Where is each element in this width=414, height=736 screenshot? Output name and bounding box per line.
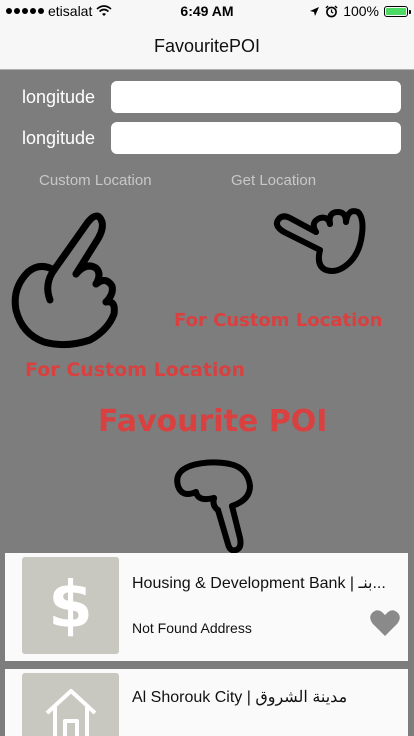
get-location-button[interactable]: Get Location <box>231 172 316 189</box>
battery-percent: 100% <box>343 3 379 19</box>
thumbnail: $ <box>22 557 119 654</box>
list-item-title: Al Shorouk City | مدينة الشروق <box>132 689 348 706</box>
thumbnail <box>22 673 119 736</box>
list-item[interactable]: Al Shorouk City | مدينة الشروق <box>5 669 408 736</box>
custom-location-hint-1: For Custom Location <box>174 310 383 331</box>
list-item[interactable]: $ Housing & Development Bank | بنـ... No… <box>5 553 408 661</box>
list-item-address: Not Found Address <box>132 620 252 636</box>
dollar-icon: $ <box>48 568 93 643</box>
longitude-field-2[interactable] <box>111 122 401 154</box>
longitude-label-1: longitude <box>22 87 96 107</box>
favourite-poi-heading: Favourite POI <box>98 404 328 439</box>
status-bar: etisalat 6:49 AM 100% <box>0 0 414 22</box>
page-title: FavouritePOI <box>153 36 261 56</box>
alarm-icon <box>325 4 338 17</box>
battery-icon <box>384 5 411 17</box>
pointing-hand-icon <box>174 459 253 554</box>
longitude-field-1[interactable] <box>111 81 401 113</box>
location-arrow-icon <box>310 6 320 16</box>
custom-location-hint-2: For Custom Location <box>25 359 245 381</box>
building-icon <box>45 689 96 736</box>
navigation-bar: FavouritePOI <box>0 22 414 70</box>
pointing-hand-icon <box>273 208 366 274</box>
list-item-title: Housing & Development Bank | بنـ... <box>132 575 386 592</box>
battery-level <box>386 7 406 15</box>
status-right: 100% <box>309 3 411 19</box>
longitude-label-2: longitude <box>22 128 96 148</box>
custom-location-button[interactable]: Custom Location <box>39 172 152 189</box>
favourite-heart-icon[interactable] <box>370 609 400 637</box>
pointing-hand-icon <box>11 212 118 349</box>
